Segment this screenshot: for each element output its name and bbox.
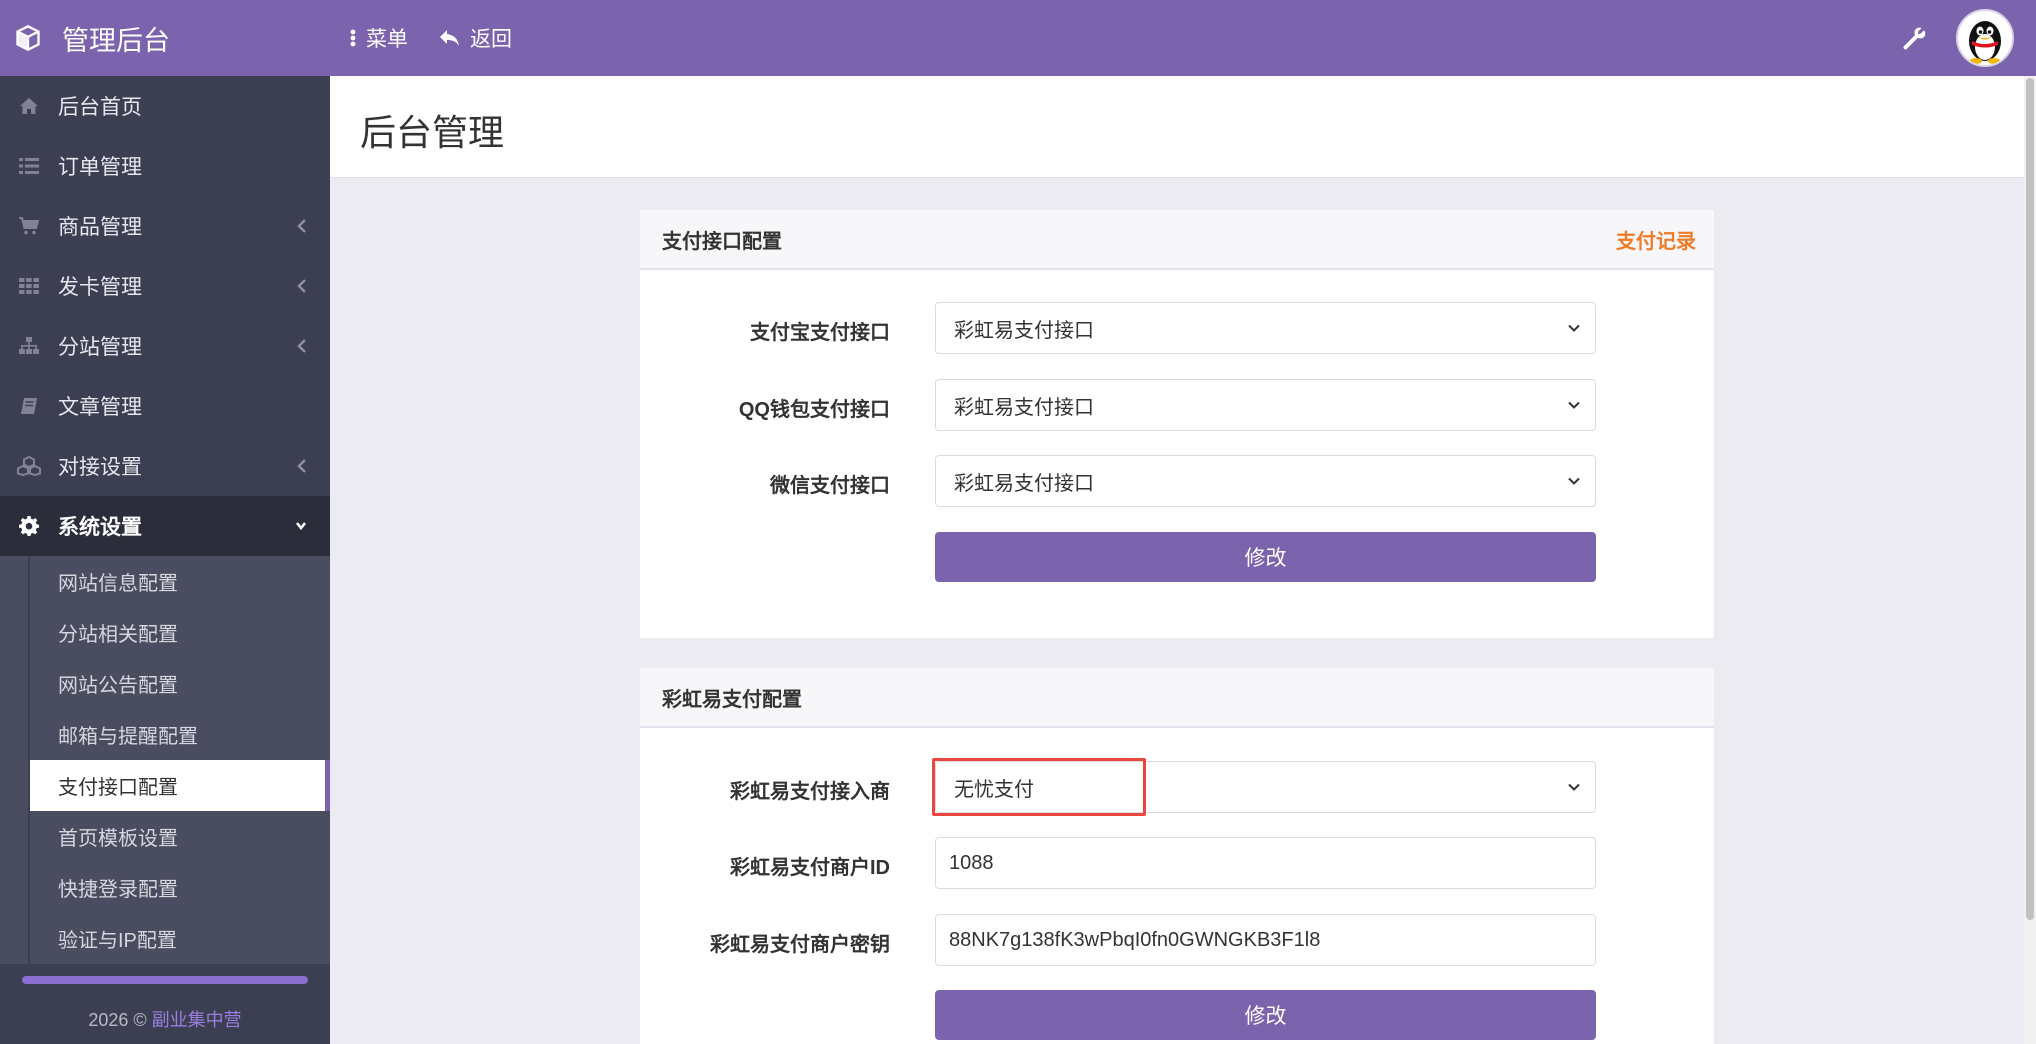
- sidebar-item-cards[interactable]: 发卡管理: [0, 256, 330, 316]
- provider-select[interactable]: 无忧支付: [932, 758, 1596, 816]
- home-icon: [16, 95, 42, 117]
- sidebar-scrollbar[interactable]: [22, 976, 308, 984]
- submenu-item-quick-login[interactable]: 快捷登录配置: [0, 862, 330, 913]
- merchant-key-label: 彩虹易支付商户密钥: [710, 934, 890, 956]
- submit-button[interactable]: 修改: [935, 532, 1596, 582]
- sidebar-item-home[interactable]: 后台首页: [0, 76, 330, 136]
- chevron-down-icon: [1568, 477, 1580, 485]
- chevron-down-icon: [1568, 324, 1580, 332]
- chevron-left-icon: [297, 279, 306, 293]
- page-header: 后台管理: [330, 76, 2024, 178]
- wechat-select[interactable]: 彩虹易支付接口: [935, 455, 1596, 507]
- submit-button[interactable]: 修改: [935, 990, 1596, 1040]
- back-button[interactable]: 返回: [438, 0, 512, 76]
- grid-icon: [16, 275, 42, 297]
- form-row-merchant-key: 彩虹易支付商户密钥 88NK7g138fK3wPbqI0fn0GWNGKB3F1…: [640, 914, 1714, 966]
- alipay-select[interactable]: 彩虹易支付接口: [935, 302, 1596, 354]
- select-value: 无忧支付: [954, 778, 1034, 801]
- form-row-merchant-id: 彩虹易支付商户ID 1088: [640, 837, 1714, 889]
- payment-records-link[interactable]: 支付记录: [1616, 225, 1696, 254]
- sidebar-item-label: 后台首页: [58, 96, 142, 119]
- sidebar-item-label: 对接设置: [58, 456, 142, 479]
- chevron-down-icon: [1568, 783, 1580, 791]
- sidebar-item-label: 系统设置: [58, 516, 142, 539]
- sidebar-item-label: 分站管理: [58, 336, 142, 359]
- form-row-wechat: 微信支付接口 彩虹易支付接口: [640, 455, 1714, 507]
- panel-header: 支付接口配置 支付记录: [640, 210, 1714, 270]
- select-value: 彩虹易支付接口: [954, 396, 1094, 419]
- sidebar-item-label: 发卡管理: [58, 276, 142, 299]
- alipay-label: 支付宝支付接口: [750, 322, 890, 344]
- submenu-item-mail-reminder[interactable]: 邮箱与提醒配置: [0, 709, 330, 760]
- gear-icon: [16, 515, 42, 537]
- sidebar-item-label: 文章管理: [58, 396, 142, 419]
- cubes-icon: [16, 455, 42, 477]
- sidebar-item-integration[interactable]: 对接设置: [0, 436, 330, 496]
- wrench-icon[interactable]: [1900, 24, 1928, 52]
- page-scrollbar[interactable]: [2024, 76, 2036, 1044]
- qqwallet-label: QQ钱包支付接口: [738, 399, 890, 421]
- sidebar-item-orders[interactable]: 订单管理: [0, 136, 330, 196]
- chevron-down-icon: [295, 522, 307, 531]
- submenu-item-verify-ip[interactable]: 验证与IP配置: [0, 913, 330, 964]
- panel-header: 彩虹易支付配置: [640, 668, 1714, 728]
- submenu-item-substation-config[interactable]: 分站相关配置: [0, 607, 330, 658]
- copyright: 2026 © 副业集中营: [0, 1006, 330, 1032]
- cart-icon: [16, 215, 42, 237]
- cube-icon: [16, 25, 40, 51]
- chevron-left-icon: [297, 459, 306, 473]
- top-bar: 管理后台 菜单 返回: [0, 0, 2036, 76]
- page-title: 后台管理: [360, 112, 505, 153]
- sitemap-icon: [16, 335, 42, 357]
- sidebar-item-label: 订单管理: [58, 156, 142, 179]
- submenu-item-announcement[interactable]: 网站公告配置: [0, 658, 330, 709]
- sidebar-item-substations[interactable]: 分站管理: [0, 316, 330, 376]
- book-icon: [16, 395, 42, 417]
- back-label: 返回: [470, 28, 512, 51]
- avatar[interactable]: [1956, 9, 2014, 67]
- sidebar-item-articles[interactable]: 文章管理: [0, 376, 330, 436]
- merchant-id-input[interactable]: 1088: [935, 837, 1596, 889]
- input-value: 88NK7g138fK3wPbqI0fn0GWNGKB3F1l8: [949, 928, 1321, 951]
- chevron-down-icon: [1568, 401, 1580, 409]
- reply-icon: [438, 28, 460, 48]
- form-row-provider: 彩虹易支付接入商 无忧支付: [640, 758, 1714, 816]
- menu-label: 菜单: [366, 28, 408, 51]
- epay-config-panel: 彩虹易支付配置 彩虹易支付接入商 无忧支付 彩虹易支付商户ID 1088 彩虹易…: [640, 668, 1714, 1044]
- wechat-label: 微信支付接口: [770, 475, 890, 497]
- submenu-item-homepage-template[interactable]: 首页模板设置: [0, 811, 330, 862]
- submenu-item-payment-config[interactable]: 支付接口配置: [30, 760, 330, 811]
- list-icon: [16, 155, 42, 177]
- system-settings-submenu: 网站信息配置 分站相关配置 网站公告配置 邮箱与提醒配置 支付接口配置 首页模板…: [0, 556, 330, 964]
- brand-title: 管理后台: [62, 25, 170, 56]
- copyright-year: 2026 ©: [88, 1010, 147, 1030]
- submenu-item-site-info[interactable]: 网站信息配置: [0, 556, 330, 607]
- scrollbar-thumb[interactable]: [2026, 78, 2034, 920]
- input-value: 1088: [949, 851, 994, 874]
- provider-label: 彩虹易支付接入商: [730, 781, 890, 803]
- brand[interactable]: 管理后台: [0, 0, 330, 76]
- form-row-alipay: 支付宝支付接口 彩虹易支付接口: [640, 302, 1714, 354]
- merchant-key-input[interactable]: 88NK7g138fK3wPbqI0fn0GWNGKB3F1l8: [935, 914, 1596, 966]
- sidebar-item-system-settings[interactable]: 系统设置: [0, 496, 330, 556]
- form-row-qqwallet: QQ钱包支付接口 彩虹易支付接口: [640, 379, 1714, 431]
- sidebar-footer: 2026 © 副业集中营: [0, 964, 330, 1044]
- qqwallet-select[interactable]: 彩虹易支付接口: [935, 379, 1596, 431]
- chevron-left-icon: [297, 219, 306, 233]
- merchant-id-label: 彩虹易支付商户ID: [730, 857, 890, 879]
- penguin-avatar-icon: [1969, 21, 2001, 64]
- sidebar-item-label: 商品管理: [58, 216, 142, 239]
- sidebar: 后台首页 订单管理 商品管理 发卡管理 分站管理 文章管理 对接设置 系统设置 …: [0, 76, 330, 1044]
- select-value: 彩虹易支付接口: [954, 472, 1094, 495]
- more-vertical-icon: [350, 29, 356, 47]
- panel-title: 彩虹易支付配置: [662, 688, 802, 711]
- menu-button[interactable]: 菜单: [350, 0, 408, 76]
- chevron-left-icon: [297, 339, 306, 353]
- select-value: 彩虹易支付接口: [954, 319, 1094, 342]
- sidebar-item-products[interactable]: 商品管理: [0, 196, 330, 256]
- copyright-link[interactable]: 副业集中营: [152, 1010, 242, 1030]
- payment-interface-panel: 支付接口配置 支付记录 支付宝支付接口 彩虹易支付接口 QQ钱包支付接口 彩虹易…: [640, 210, 1714, 638]
- panel-title: 支付接口配置: [662, 230, 782, 253]
